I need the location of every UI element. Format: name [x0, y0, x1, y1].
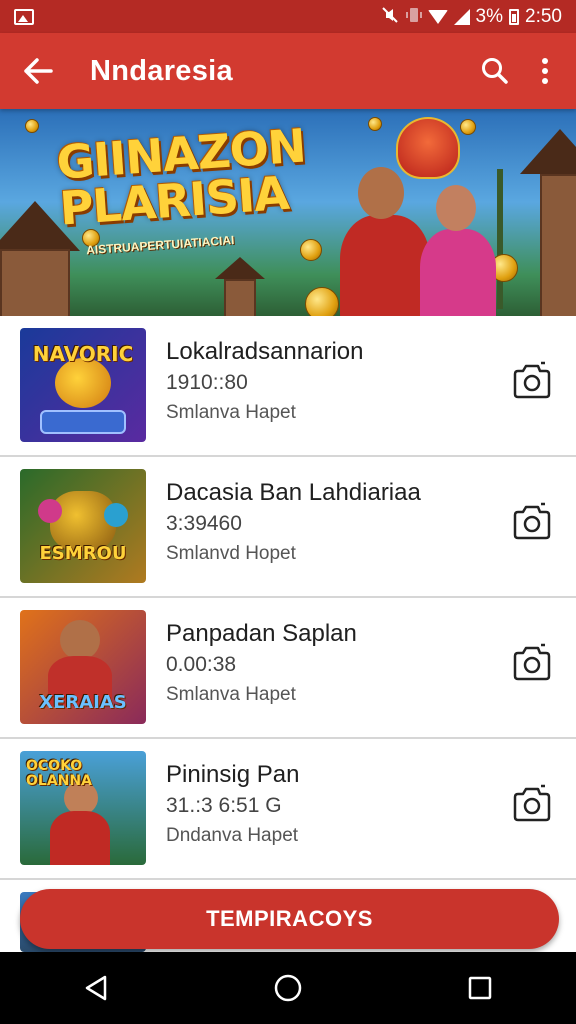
- banner-coin: [25, 119, 39, 133]
- mute-icon: [380, 6, 400, 28]
- item-title: Lokalradsannarion: [166, 338, 364, 365]
- banner-house-right: [540, 174, 576, 316]
- banner-roof-right: [520, 129, 576, 174]
- app-bar: Nndaresia: [0, 33, 576, 109]
- item-title: Dacasia Ban Lahdiariaa: [166, 479, 421, 506]
- banner-subtitle: AISTRUAPERTUIATIACIAI: [85, 232, 235, 258]
- battery-percent: 3%: [475, 5, 504, 27]
- thumb-body: [50, 811, 110, 865]
- camera-button[interactable]: [508, 497, 556, 545]
- banner-house: [0, 249, 70, 316]
- item-time: 0.00:38: [166, 653, 237, 676]
- thumb-title: XERAIAS: [39, 692, 127, 713]
- thumbnail: XERAIAS: [20, 610, 146, 724]
- camera-button[interactable]: [508, 356, 556, 404]
- search-icon: [482, 58, 508, 84]
- promo-banner[interactable]: GIINAZON PLARISIA AISTRUAPERTUIATIACIAI: [0, 109, 576, 316]
- square-recents-icon: [468, 976, 492, 1000]
- game-list: NAVORIC Lokalradsannarion 1910::80 Smlan…: [0, 316, 576, 960]
- item-title: Panpadan Saplan: [166, 620, 357, 647]
- image-icon: [14, 8, 34, 25]
- camera-icon: [513, 502, 551, 540]
- bottom-action-button[interactable]: TEMPIRACOYS: [20, 889, 559, 949]
- item-title: Pininsig Pan: [166, 761, 300, 788]
- item-subtitle: Smlanva Hapet: [166, 402, 296, 423]
- thumb-ring: [38, 499, 62, 523]
- thumbnail: OCOKO OLANNA: [20, 751, 146, 865]
- thumb-title: ESMROU: [39, 543, 127, 564]
- thumb-pedestal: [40, 410, 126, 434]
- banner-coin: [300, 239, 322, 261]
- banner-man: [340, 215, 430, 316]
- banner-coin: [305, 287, 339, 316]
- banner-coin: [460, 119, 476, 135]
- banner-coin: [368, 117, 382, 131]
- more-vertical-icon: [542, 58, 548, 84]
- banner-man-head: [358, 167, 404, 219]
- item-time: 31.:3 6:51 G: [166, 794, 282, 817]
- list-item[interactable]: ESMROU Dacasia Ban Lahdiariaa 3:39460 Sm…: [0, 457, 576, 598]
- camera-icon: [513, 784, 551, 822]
- item-time: 3:39460: [166, 512, 242, 535]
- item-subtitle: Dndanva Hapet: [166, 825, 299, 846]
- banner-woman-head: [436, 185, 476, 231]
- status-bar: 3% 2:50: [0, 0, 576, 33]
- nav-back-button[interactable]: [60, 952, 132, 1024]
- nav-home-button[interactable]: [252, 952, 324, 1024]
- camera-icon: [513, 643, 551, 681]
- back-button[interactable]: [0, 33, 76, 109]
- clock: 2:50: [525, 5, 562, 27]
- search-button[interactable]: [470, 33, 520, 109]
- list-item[interactable]: OCOKO OLANNA Pininsig Pan 31.:3 6:51 G D…: [0, 739, 576, 880]
- battery-icon: [509, 8, 520, 25]
- banner-palm: [497, 169, 503, 309]
- camera-button[interactable]: [508, 638, 556, 686]
- camera-button[interactable]: [508, 779, 556, 827]
- app-title: Nndaresia: [90, 54, 233, 87]
- banner-temple-roof: [215, 257, 265, 279]
- thumb-title: NAVORIC: [32, 342, 134, 366]
- circle-home-icon: [274, 974, 302, 1002]
- vibrate-icon: [405, 6, 422, 28]
- wifi-icon: [427, 9, 448, 24]
- list-item[interactable]: NAVORIC Lokalradsannarion 1910::80 Smlan…: [0, 316, 576, 457]
- triangle-back-icon: [85, 975, 107, 1001]
- thumb-ring: [104, 503, 128, 527]
- thumb-title: OCOKO OLANNA: [26, 758, 92, 789]
- thumb-head: [60, 620, 100, 660]
- banner-title: GIINAZON PLARISIA: [55, 118, 311, 235]
- thumbnail: ESMROU: [20, 469, 146, 583]
- thumbnail: NAVORIC: [20, 328, 146, 442]
- banner-temple: [224, 279, 256, 316]
- nav-recents-button[interactable]: [444, 952, 516, 1024]
- item-subtitle: Smlanva Hapet: [166, 684, 296, 705]
- banner-woman: [420, 229, 496, 316]
- arrow-left-icon: [24, 58, 53, 84]
- list-item[interactable]: XERAIAS Panpadan Saplan 0.00:38 Smlanva …: [0, 598, 576, 739]
- banner-mask: [396, 117, 460, 179]
- camera-icon: [513, 361, 551, 399]
- more-options-button[interactable]: [520, 33, 570, 109]
- signal-icon: [453, 8, 470, 25]
- system-nav-bar: [0, 952, 576, 1024]
- item-time: 1910::80: [166, 371, 248, 394]
- item-subtitle: Smlanvd Hopet: [166, 543, 296, 564]
